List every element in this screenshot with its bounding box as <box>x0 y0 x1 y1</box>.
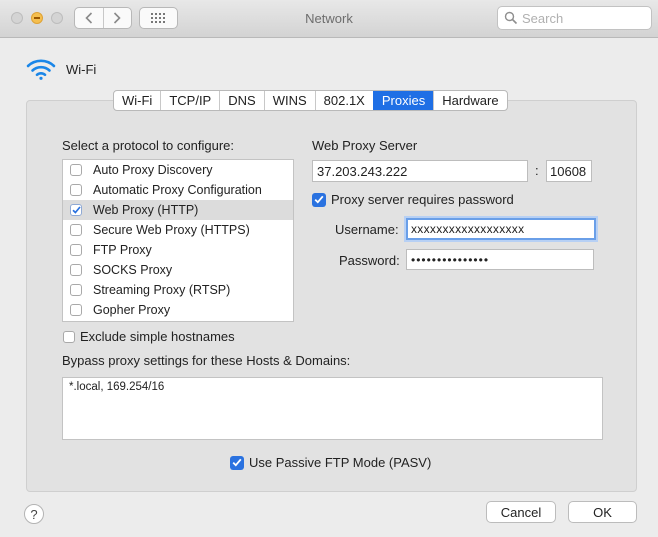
protocol-row-secure-web-proxy[interactable]: Secure Web Proxy (HTTPS) <box>63 220 293 240</box>
proxy-port-input[interactable]: 10608 <box>546 160 592 182</box>
wifi-icon <box>26 59 56 80</box>
checkmark-icon <box>71 206 81 214</box>
help-button[interactable]: ? <box>24 504 44 524</box>
interface-name: Wi-Fi <box>66 62 97 77</box>
protocol-label: Web Proxy (HTTP) <box>93 203 199 217</box>
cancel-button[interactable]: Cancel <box>486 501 556 523</box>
proxy-host-input[interactable]: 37.203.243.222 <box>312 160 528 182</box>
protocol-checkbox[interactable] <box>70 184 82 196</box>
tab-wins[interactable]: WINS <box>263 91 315 110</box>
bypass-textarea[interactable]: *.local, 169.254/16 <box>62 377 603 440</box>
bypass-label: Bypass proxy settings for these Hosts & … <box>62 353 351 368</box>
protocol-checkbox[interactable] <box>70 264 82 276</box>
passive-ftp-checkbox[interactable] <box>230 455 244 470</box>
ok-button[interactable]: OK <box>568 501 637 523</box>
protocol-checkbox[interactable] <box>70 204 82 216</box>
protocol-checkbox[interactable] <box>70 284 82 296</box>
tab-dns[interactable]: DNS <box>219 91 263 110</box>
requires-password-checkbox[interactable] <box>312 192 326 207</box>
search-field[interactable]: Search <box>497 6 652 30</box>
protocol-row-auto-discovery[interactable]: Auto Proxy Discovery <box>63 160 293 180</box>
protocol-label: FTP Proxy <box>93 243 152 257</box>
protocol-row-streaming[interactable]: Streaming Proxy (RTSP) <box>63 280 293 300</box>
exclude-simple-hostnames[interactable]: Exclude simple hostnames <box>62 329 235 344</box>
requires-password-label: Proxy server requires password <box>331 192 514 207</box>
protocol-label: Auto Proxy Discovery <box>93 163 213 177</box>
username-input[interactable]: xxxxxxxxxxxxxxxxxx <box>406 218 596 240</box>
checkmark-icon <box>232 458 242 467</box>
protocol-label: Streaming Proxy (RTSP) <box>93 283 231 297</box>
tab-tcpip[interactable]: TCP/IP <box>160 91 219 110</box>
checkmark-icon <box>314 195 324 204</box>
username-label: Username: <box>335 222 399 237</box>
exclude-simple-label: Exclude simple hostnames <box>80 329 235 344</box>
web-proxy-server-label: Web Proxy Server <box>312 138 418 153</box>
search-placeholder: Search <box>522 10 564 26</box>
protocol-list: Auto Proxy Discovery Automatic Proxy Con… <box>62 159 294 322</box>
tab-8021x[interactable]: 802.1X <box>314 91 373 110</box>
protocol-row-gopher[interactable]: Gopher Proxy <box>63 300 293 320</box>
host-port-separator: : <box>535 163 539 178</box>
protocol-row-auto-config[interactable]: Automatic Proxy Configuration <box>63 180 293 200</box>
passive-ftp-option[interactable]: Use Passive FTP Mode (PASV) <box>230 455 431 470</box>
exclude-simple-checkbox[interactable] <box>63 330 75 343</box>
tab-bar: Wi-Fi TCP/IP DNS WINS 802.1X Proxies Har… <box>113 90 508 111</box>
protocol-row-ftp[interactable]: FTP Proxy <box>63 240 293 260</box>
protocol-label: Automatic Proxy Configuration <box>93 183 262 197</box>
protocol-checkbox[interactable] <box>70 164 82 176</box>
search-icon <box>504 11 518 25</box>
protocol-row-web-proxy[interactable]: Web Proxy (HTTP) <box>63 200 293 220</box>
protocol-label: Gopher Proxy <box>93 303 171 317</box>
protocol-heading: Select a protocol to configure: <box>62 138 234 153</box>
title-bar: Network Search <box>0 0 658 38</box>
protocol-checkbox[interactable] <box>70 304 82 316</box>
tab-wifi[interactable]: Wi-Fi <box>114 91 160 110</box>
password-input[interactable]: ••••••••••••••• <box>406 249 594 270</box>
protocol-row-socks[interactable]: SOCKS Proxy <box>63 260 293 280</box>
network-preferences-window: Network Search Wi-Fi Wi-Fi TCP/IP DNS WI… <box>0 0 658 537</box>
protocol-checkbox[interactable] <box>70 224 82 236</box>
tab-proxies[interactable]: Proxies <box>372 91 434 110</box>
passive-ftp-label: Use Passive FTP Mode (PASV) <box>249 455 432 470</box>
password-label: Password: <box>339 253 400 268</box>
protocol-checkbox[interactable] <box>70 244 82 256</box>
protocol-label: Secure Web Proxy (HTTPS) <box>93 223 250 237</box>
tab-hardware[interactable]: Hardware <box>433 91 506 110</box>
requires-password-option[interactable]: Proxy server requires password <box>312 192 514 207</box>
protocol-label: SOCKS Proxy <box>93 263 173 277</box>
